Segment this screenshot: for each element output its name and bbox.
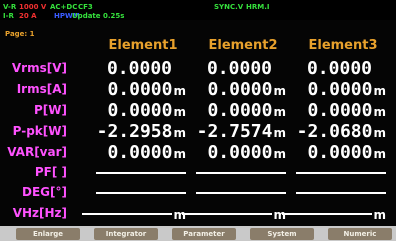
measurement-value: 0.0000	[262, 58, 372, 79]
measurement-unit: m	[76, 203, 186, 224]
measurement-value: 0.0000m	[76, 142, 186, 163]
row-label: PF[ ]	[34, 165, 67, 179]
i-range-value: 20 A	[19, 12, 37, 20]
empty-value-dash	[96, 172, 186, 174]
value-number: 0.0000	[307, 79, 373, 100]
value-number: 0.0000	[207, 142, 273, 163]
value-number: 0.0000	[306, 58, 372, 79]
unit-prefix: m	[373, 208, 386, 222]
value-number: 0.0000	[307, 142, 373, 163]
crest-factor-indicator: CF3	[78, 3, 93, 11]
row-label: P[W]	[34, 103, 67, 117]
measurement-value: 0.0000m	[276, 79, 386, 100]
measurement-value: 0.0000m	[76, 79, 186, 100]
empty-value-dash	[196, 172, 286, 174]
i-range-prefix: I-R	[3, 12, 14, 20]
measurement-unit: m	[176, 203, 286, 224]
measurement-value: 0.0000	[162, 58, 272, 79]
value-number: 0.0000	[107, 79, 173, 100]
value-number: 0.0000	[107, 142, 173, 163]
measurement-value: -2.0680m	[276, 121, 386, 142]
coupling-indicator: AC+DC	[50, 3, 78, 11]
unit-prefix: m	[373, 105, 386, 119]
unit-prefix: m	[373, 147, 386, 161]
v-range-prefix: V-R	[3, 3, 17, 11]
empty-value-dash	[96, 192, 186, 194]
row-label: Irms[A]	[16, 82, 67, 96]
unit-prefix: m	[373, 126, 386, 140]
empty-value-dash	[296, 172, 386, 174]
update-rate: Update 0.25s	[72, 12, 125, 20]
measurement-value: 0.0000	[62, 58, 172, 79]
measurement-value: 0.0000m	[276, 142, 386, 163]
value-number: -2.7574	[196, 121, 273, 142]
value-number: 0.0000	[307, 100, 373, 121]
softkey-integrator[interactable]: Integrator	[94, 228, 158, 240]
measurement-value: 0.0000m	[176, 100, 286, 121]
softkey-enlarge[interactable]: Enlarge	[16, 228, 80, 240]
measurement-unit: m	[276, 203, 386, 224]
row-label: DEG[°]	[22, 185, 67, 199]
empty-value-dash	[296, 192, 386, 194]
page-indicator: Page: 1	[5, 30, 35, 38]
harmonic-indicator: HRM.I	[246, 3, 270, 11]
value-number: 0.0000	[207, 100, 273, 121]
column-header-element3: Element3	[308, 38, 378, 53]
measurement-value: -2.2958m	[76, 121, 186, 142]
row-label: Vrms[V]	[11, 61, 67, 75]
value-number: 0.0000	[207, 79, 273, 100]
softkey-system[interactable]: System	[250, 228, 314, 240]
row-label: VHz[Hz]	[12, 206, 67, 220]
measurement-value: -2.7574m	[176, 121, 286, 142]
empty-value-dash	[196, 192, 286, 194]
row-label: P-pk[W]	[12, 124, 67, 138]
measurement-value: 0.0000m	[76, 100, 186, 121]
measurement-value: 0.0000m	[176, 79, 286, 100]
measurement-value: 0.0000m	[176, 142, 286, 163]
v-range-value: 1000 V	[19, 3, 47, 11]
value-number: -2.0680	[296, 121, 373, 142]
softkey-parameter[interactable]: Parameter	[172, 228, 236, 240]
softkey-numeric[interactable]: Numeric	[328, 228, 392, 240]
unit-prefix: m	[373, 84, 386, 98]
measurement-value: 0.0000m	[276, 100, 386, 121]
column-header-element2: Element2	[208, 38, 278, 53]
value-number: 0.0000	[107, 100, 173, 121]
status-bar: V-R 1000 V AC+DC CF3 SYNC.V HRM.I I-R 20…	[0, 0, 396, 20]
measurement-screen: V-R 1000 V AC+DC CF3 SYNC.V HRM.I I-R 20…	[0, 0, 396, 226]
column-header-element1: Element1	[108, 38, 178, 53]
sync-indicator: SYNC.V	[214, 3, 244, 11]
value-number: -2.2958	[96, 121, 173, 142]
row-label: VAR[var]	[7, 145, 67, 159]
